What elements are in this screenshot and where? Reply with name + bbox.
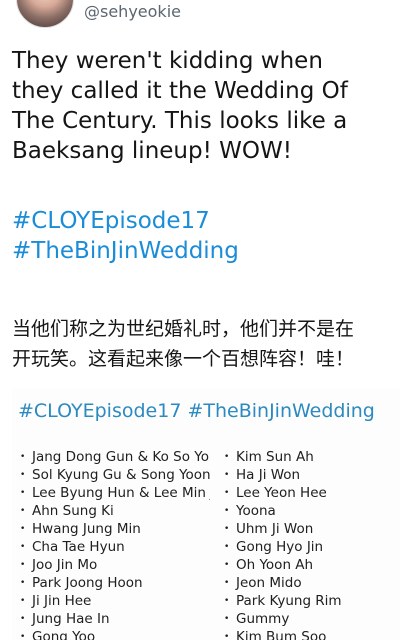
image-hashtags: #CLOYEpisode17 #TheBinJinWedding [18,400,375,422]
list-item: Yoona [224,502,374,520]
names-list-right: Kim Sun Ah Ha Ji Won Lee Yeon Hee Yoona … [224,448,374,640]
list-item: Gong Hyo Jin [224,538,374,556]
avatar[interactable] [16,0,74,28]
list-item: Sol Kyung Gu & Song Yoon Ah [20,466,210,484]
list-item: Gong Yoo [20,628,210,640]
list-item: Kim Bum Soo [224,628,374,640]
list-item: Uhm Ji Won [224,520,374,538]
chinese-line: 当他们称之为世纪婚礼时，他们并不是在 [12,318,355,340]
names-list-left: Jang Dong Gun & Ko So Young Sol Kyung Gu… [20,448,210,640]
hashtag-link[interactable]: #TheBinJinWedding [12,236,239,266]
list-item: Park Kyung Rim [224,592,374,610]
hashtag-link[interactable]: #CLOYEpisode17 [12,206,239,236]
list-item: Ahn Sung Ki [20,502,210,520]
list-item: Lee Yeon Hee [224,484,374,502]
list-item: Ha Ji Won [224,466,374,484]
tweet-text: They weren't kidding when they called it… [12,46,397,166]
list-item: Joo Jin Mo [20,556,210,574]
list-item: Ji Jin Hee [20,592,210,610]
list-item: Gummy [224,610,374,628]
list-item: Jang Dong Gun & Ko So Young [20,448,210,466]
tweet-line: they called it the Wedding Of [12,78,348,104]
list-item: Oh Yoon Ah [224,556,374,574]
username[interactable]: @sehyeokie [84,2,181,21]
list-item: Hwang Jung Min [20,520,210,538]
tweet-line: Baeksang lineup! WOW! [12,138,292,164]
list-item: Jeon Mido [224,574,374,592]
list-item: Park Joong Hoon [20,574,210,592]
list-item: Lee Byung Hun & Lee Min Jung [20,484,210,502]
list-item: Cha Tae Hyun [20,538,210,556]
chinese-text: 当他们称之为世纪婚礼时，他们并不是在 开玩笑。这看起来像一个百想阵容！哇！ [12,314,402,374]
tweet-line: They weren't kidding when [12,48,323,74]
tweet-line: The Century. This looks like a [12,108,348,134]
list-item: Jung Hae In [20,610,210,628]
hashtag-block: #CLOYEpisode17 #TheBinJinWedding [12,206,239,266]
list-item: Kim Sun Ah [224,448,374,466]
chinese-line: 开玩笑。这看起来像一个百想阵容！哇！ [12,348,355,370]
attached-image[interactable]: #CLOYEpisode17 #TheBinJinWedding Jang Do… [12,388,400,640]
